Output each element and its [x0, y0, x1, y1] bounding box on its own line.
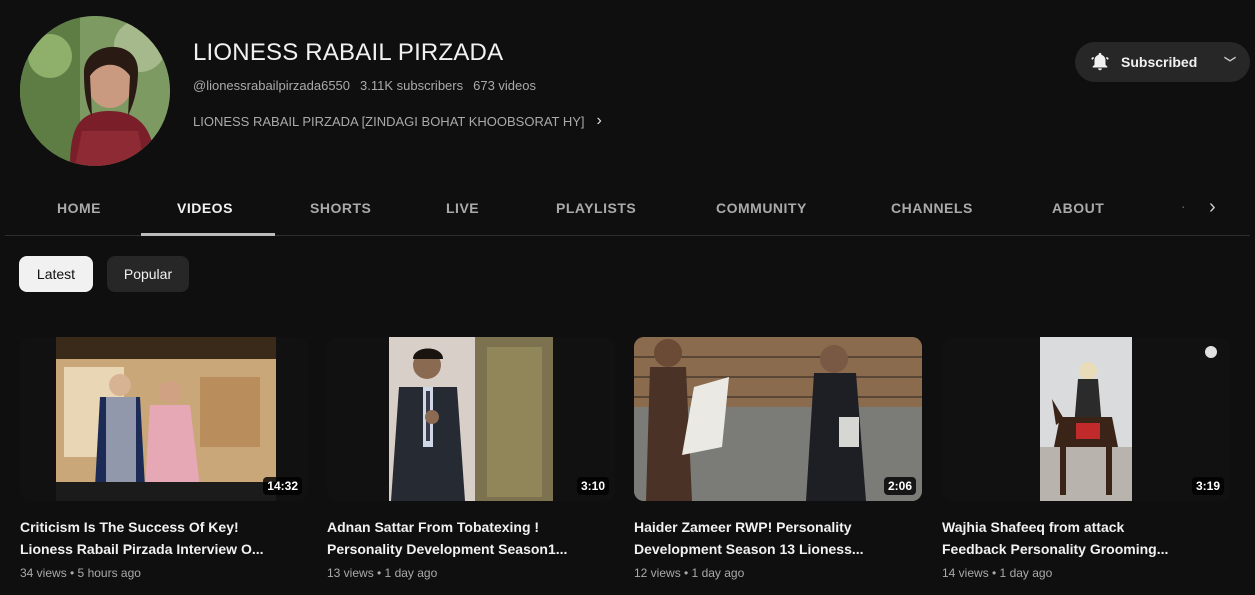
video-title[interactable]: Criticism Is The Success Of Key! Lioness… — [20, 516, 300, 560]
video-duration: 2:06 — [883, 477, 916, 495]
video-title-line: Criticism Is The Success Of Key! — [20, 519, 239, 535]
channel-page: LIONESS RABAIL PIRZADA @lionessrabailpir… — [5, 6, 1250, 589]
video-count: 673 videos — [473, 78, 536, 93]
video-meta: 12 views • 1 day ago — [634, 566, 745, 580]
video-duration: 14:32 — [263, 477, 302, 495]
video-thumbnail[interactable]: 14:32 — [20, 337, 308, 501]
video-title[interactable]: Wajhia Shafeeq from attack Feedback Pers… — [942, 516, 1222, 560]
video-meta: 34 views • 5 hours ago — [20, 566, 141, 580]
video-card[interactable]: 14:32 Criticism Is The Success Of Key! L… — [20, 337, 310, 580]
chevron-right-icon[interactable]: › — [597, 112, 602, 130]
channel-tabs: HOME VIDEOS SHORTS LIVE PLAYLISTS COMMUN… — [5, 176, 1250, 236]
more-tabs-indicator: · — [1181, 198, 1186, 214]
chip-popular[interactable]: Popular — [107, 256, 189, 292]
video-title[interactable]: Adnan Sattar From Tobatexing ! Personali… — [327, 516, 607, 560]
video-thumbnail[interactable]: 2:06 — [634, 337, 922, 501]
video-title-line: Wajhia Shafeeq from attack — [942, 519, 1125, 535]
tab-playlists[interactable]: PLAYLISTS — [556, 200, 636, 216]
channel-meta: @lionessrabailpirzada6550 3.11K subscrib… — [193, 78, 536, 93]
video-title-line: Personality Development Season1... — [327, 541, 568, 557]
chevron-right-icon[interactable]: › — [1209, 196, 1216, 219]
video-title-line: Lioness Rabail Pirzada Interview O... — [20, 541, 264, 557]
subscribed-label: Subscribed — [1121, 54, 1198, 70]
channel-handle: @lionessrabailpirzada6550 — [193, 78, 351, 93]
active-tab-underline — [141, 233, 275, 236]
channel-description-text: LIONESS RABAIL PIRZADA [ZINDAGI BOHAT KH… — [193, 113, 585, 129]
tab-shorts[interactable]: SHORTS — [310, 200, 371, 216]
video-card[interactable]: 3:19 Wajhia Shafeeq from attack Feedback… — [942, 337, 1232, 580]
video-title-line: Development Season 13 Lioness... — [634, 541, 864, 557]
tab-community[interactable]: COMMUNITY — [716, 200, 807, 216]
tab-home[interactable]: HOME — [57, 200, 101, 216]
video-duration: 3:19 — [1191, 477, 1224, 495]
channel-description[interactable]: LIONESS RABAIL PIRZADA [ZINDAGI BOHAT KH… — [193, 112, 602, 130]
subscriber-count: 3.11K subscribers — [360, 78, 464, 93]
video-title-line: Haider Zameer RWP! Personality — [634, 519, 852, 535]
video-meta: 14 views • 1 day ago — [942, 566, 1053, 580]
subscribed-button[interactable]: Subscribed ﹀ — [1075, 42, 1250, 82]
channel-avatar[interactable] — [20, 16, 170, 166]
chip-latest[interactable]: Latest — [19, 256, 93, 292]
video-meta: 13 views • 1 day ago — [327, 566, 438, 580]
video-title-line: Adnan Sattar From Tobatexing ! — [327, 519, 540, 535]
tab-channels[interactable]: CHANNELS — [891, 200, 973, 216]
bell-icon — [1089, 51, 1111, 73]
chevron-down-icon: ﹀ — [1223, 55, 1236, 70]
video-title[interactable]: Haider Zameer RWP! Personality Developme… — [634, 516, 914, 560]
video-thumbnail[interactable]: 3:19 — [942, 337, 1230, 501]
video-card[interactable]: 2:06 Haider Zameer RWP! Personality Deve… — [634, 337, 924, 580]
video-duration: 3:10 — [576, 477, 609, 495]
tab-live[interactable]: LIVE — [446, 200, 479, 216]
channel-name: LIONESS RABAIL PIRZADA — [193, 39, 504, 66]
video-thumbnail[interactable]: 3:10 — [327, 337, 615, 501]
video-title-line: Feedback Personality Grooming... — [942, 541, 1169, 557]
tab-about[interactable]: ABOUT — [1052, 200, 1104, 216]
video-card[interactable]: 3:10 Adnan Sattar From Tobatexing ! Pers… — [327, 337, 617, 580]
tab-videos[interactable]: VIDEOS — [177, 200, 233, 216]
